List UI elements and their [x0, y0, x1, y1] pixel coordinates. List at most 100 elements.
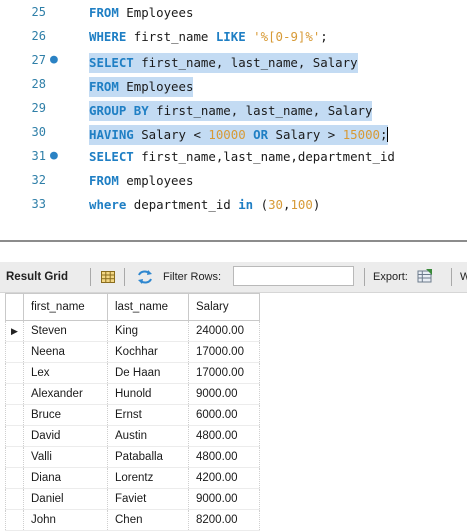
code-line[interactable]: 28 FROM Employees: [0, 74, 467, 97]
row-marker[interactable]: [5, 341, 24, 363]
grid-view-icon[interactable]: [101, 271, 115, 283]
cell-salary[interactable]: 17000.00: [188, 341, 260, 363]
sql-keyword: LIKE: [215, 29, 246, 44]
row-marker[interactable]: [5, 425, 24, 447]
result-grid-tab[interactable]: Result Grid: [6, 271, 68, 283]
cell-first-name[interactable]: Lex: [23, 362, 108, 384]
sql-text: department_id: [126, 197, 239, 212]
cell-salary[interactable]: 8200.00: [188, 509, 260, 531]
sql-editor[interactable]: 25 FROM Employees 26 WHERE first_name LIKE …: [0, 0, 467, 234]
cell-last-name[interactable]: Kochhar: [107, 341, 189, 363]
table-row[interactable]: Lex De Haan 17000.00: [5, 362, 260, 384]
table-row[interactable]: Neena Kochhar 17000.00: [5, 341, 260, 363]
line-number: 31: [31, 149, 46, 163]
cell-last-name[interactable]: Lorentz: [107, 467, 189, 489]
row-marker[interactable]: [5, 467, 24, 489]
filter-refresh-icon[interactable]: [137, 270, 153, 284]
current-row-arrow-icon[interactable]: ▶: [5, 320, 24, 342]
code-line[interactable]: 26 WHERE first_name LIKE '%[0-9]%';: [0, 26, 467, 48]
table-row[interactable]: Alexander Hunold 9000.00: [5, 383, 260, 405]
code-text[interactable]: SELECT first_name, last_name, Salary: [89, 53, 358, 73]
table-row[interactable]: Diana Lorentz 4200.00: [5, 467, 260, 489]
cell-first-name[interactable]: John: [23, 509, 108, 531]
cell-last-name[interactable]: King: [107, 320, 189, 342]
statement-start-dot-icon: ●: [50, 52, 58, 67]
table-row[interactable]: Bruce Ernst 6000.00: [5, 404, 260, 426]
table-row[interactable]: ▶ Steven King 24000.00: [5, 320, 260, 342]
cell-first-name[interactable]: Diana: [23, 467, 108, 489]
sql-text: Salary >: [268, 127, 343, 142]
row-marker[interactable]: [5, 362, 24, 384]
export-icon[interactable]: [417, 268, 433, 284]
table-row[interactable]: Valli Pataballa 4800.00: [5, 446, 260, 468]
code-line[interactable]: 30 HAVING Salary < 10000 OR Salary > 1500…: [0, 122, 467, 145]
cell-last-name[interactable]: Ernst: [107, 404, 189, 426]
code-text[interactable]: FROM Employees: [89, 5, 193, 20]
panel-gap: [0, 242, 467, 262]
cell-last-name[interactable]: Pataballa: [107, 446, 189, 468]
sql-literal: 100: [290, 197, 313, 212]
cell-last-name[interactable]: Chen: [107, 509, 189, 531]
sql-keyword: WHERE: [89, 29, 127, 44]
cell-first-name[interactable]: Alexander: [23, 383, 108, 405]
code-line[interactable]: 29 GROUP BY first_name, last_name, Salary: [0, 98, 467, 121]
cell-salary[interactable]: 9000.00: [188, 488, 260, 510]
cell-first-name[interactable]: Valli: [23, 446, 108, 468]
sql-text: first_name, last_name, Salary: [133, 55, 358, 70]
sql-keyword: SELECT: [89, 149, 134, 164]
table-row[interactable]: John Chen 8200.00: [5, 509, 260, 531]
wrap-cell-label: W: [460, 271, 467, 283]
column-header-salary[interactable]: Salary: [188, 293, 260, 321]
toolbar-separator: [451, 268, 452, 286]
sql-text: ;: [320, 29, 328, 44]
code-text[interactable]: SELECT first_name,last_name,department_i…: [89, 149, 395, 164]
code-text[interactable]: HAVING Salary < 10000 OR Salary > 15000;: [89, 125, 389, 145]
cell-first-name[interactable]: Daniel: [23, 488, 108, 510]
line-number: 29: [31, 101, 46, 115]
row-marker[interactable]: [5, 446, 24, 468]
sql-keyword: FROM: [89, 5, 119, 20]
column-header-first-name[interactable]: first_name: [23, 293, 108, 321]
cell-salary[interactable]: 24000.00: [188, 320, 260, 342]
line-number: 32: [31, 173, 46, 187]
code-text[interactable]: WHERE first_name LIKE '%[0-9]%';: [89, 29, 328, 44]
code-text[interactable]: GROUP BY first_name, last_name, Salary: [89, 101, 373, 121]
row-marker[interactable]: [5, 488, 24, 510]
table-row[interactable]: David Austin 4800.00: [5, 425, 260, 447]
cell-salary[interactable]: 17000.00: [188, 362, 260, 384]
code-line[interactable]: 32 FROM employees: [0, 170, 467, 192]
sql-keyword: GROUP BY: [89, 103, 149, 118]
cell-salary[interactable]: 6000.00: [188, 404, 260, 426]
code-line[interactable]: 27 ● SELECT first_name, last_name, Salary: [0, 50, 467, 73]
filter-rows-input[interactable]: [233, 266, 354, 286]
column-header-last-name[interactable]: last_name: [107, 293, 189, 321]
code-text[interactable]: FROM employees: [89, 173, 193, 188]
code-line[interactable]: 31 ● SELECT first_name,last_name,departmen…: [0, 146, 467, 168]
sql-text: Employees: [118, 5, 194, 20]
sql-keyword: SELECT: [89, 55, 134, 70]
sql-keyword: OR: [253, 127, 269, 142]
cell-first-name[interactable]: Neena: [23, 341, 108, 363]
cell-salary[interactable]: 4800.00: [188, 425, 260, 447]
cell-last-name[interactable]: Faviet: [107, 488, 189, 510]
cell-salary[interactable]: 4800.00: [188, 446, 260, 468]
code-line[interactable]: 25 FROM Employees: [0, 2, 467, 24]
cell-last-name[interactable]: De Haan: [107, 362, 189, 384]
row-marker[interactable]: [5, 509, 24, 531]
cell-salary[interactable]: 4200.00: [188, 467, 260, 489]
code-text[interactable]: FROM Employees: [89, 77, 194, 97]
cell-last-name[interactable]: Hunold: [107, 383, 189, 405]
cell-last-name[interactable]: Austin: [107, 425, 189, 447]
cell-salary[interactable]: 9000.00: [188, 383, 260, 405]
cell-first-name[interactable]: David: [23, 425, 108, 447]
code-text[interactable]: where department_id in (30,100): [89, 197, 320, 212]
text-cursor: [387, 127, 389, 142]
table-row[interactable]: Daniel Faviet 9000.00: [5, 488, 260, 510]
cell-first-name[interactable]: Steven: [23, 320, 108, 342]
row-marker[interactable]: [5, 404, 24, 426]
cell-first-name[interactable]: Bruce: [23, 404, 108, 426]
sql-keyword: where: [89, 197, 127, 212]
line-number: 28: [31, 77, 46, 91]
code-line[interactable]: 33 where department_id in (30,100): [0, 194, 467, 216]
row-marker[interactable]: [5, 383, 24, 405]
